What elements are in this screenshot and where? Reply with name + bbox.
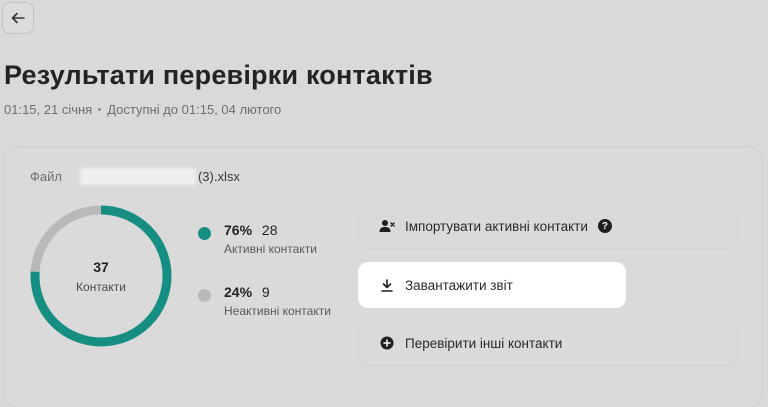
active-percent: 76% [224,222,253,238]
check-other-contacts-label: Перевірити інші контакти [405,335,563,351]
download-report-button[interactable]: Завантажити звіт [358,262,626,308]
file-name-redacted [79,168,196,185]
file-name-suffix: (3).xlsx [197,169,240,184]
legend-active: 76% 28 Активні контакти [198,222,317,256]
inactive-dot [198,289,211,302]
active-count: 28 [261,222,278,238]
legend-inactive: 24% 9 Неактивні контакти [198,284,331,318]
arrow-left-icon [11,12,25,24]
separator-dot [98,108,102,111]
download-icon [378,276,396,294]
back-button[interactable] [2,2,34,34]
inactive-percent: 24% [224,284,253,300]
inactive-label: Неактивні контакти [224,304,331,318]
user-plus-icon [378,217,396,235]
check-other-contacts-button[interactable]: Перевірити інші контакти [358,321,738,365]
inactive-count: 9 [261,284,270,300]
date-info: 01:15, 21 січня Доступні до 01:15, 04 лю… [4,102,281,117]
file-label: Файл [30,169,62,184]
download-report-label: Завантажити звіт [405,277,513,293]
import-active-button[interactable]: Імпортувати активні контакти ? [358,204,738,248]
file-row: Файл (3).xlsx [30,168,240,185]
plus-circle-icon [378,334,396,352]
import-active-label: Імпортувати активні контакти [405,218,588,234]
active-dot [198,227,211,240]
total-contacts-count: 37 [93,258,109,275]
created-date: 01:15, 21 січня [4,102,93,117]
page-title: Результати перевірки контактів [4,60,433,90]
total-contacts-label: Контакти [76,279,126,294]
available-date: Доступні до 01:15, 04 лютого [107,102,282,117]
donut-center: 37 Контакти [28,203,174,349]
active-label: Активні контакти [224,242,317,256]
question-circle-icon[interactable]: ? [597,219,612,233]
